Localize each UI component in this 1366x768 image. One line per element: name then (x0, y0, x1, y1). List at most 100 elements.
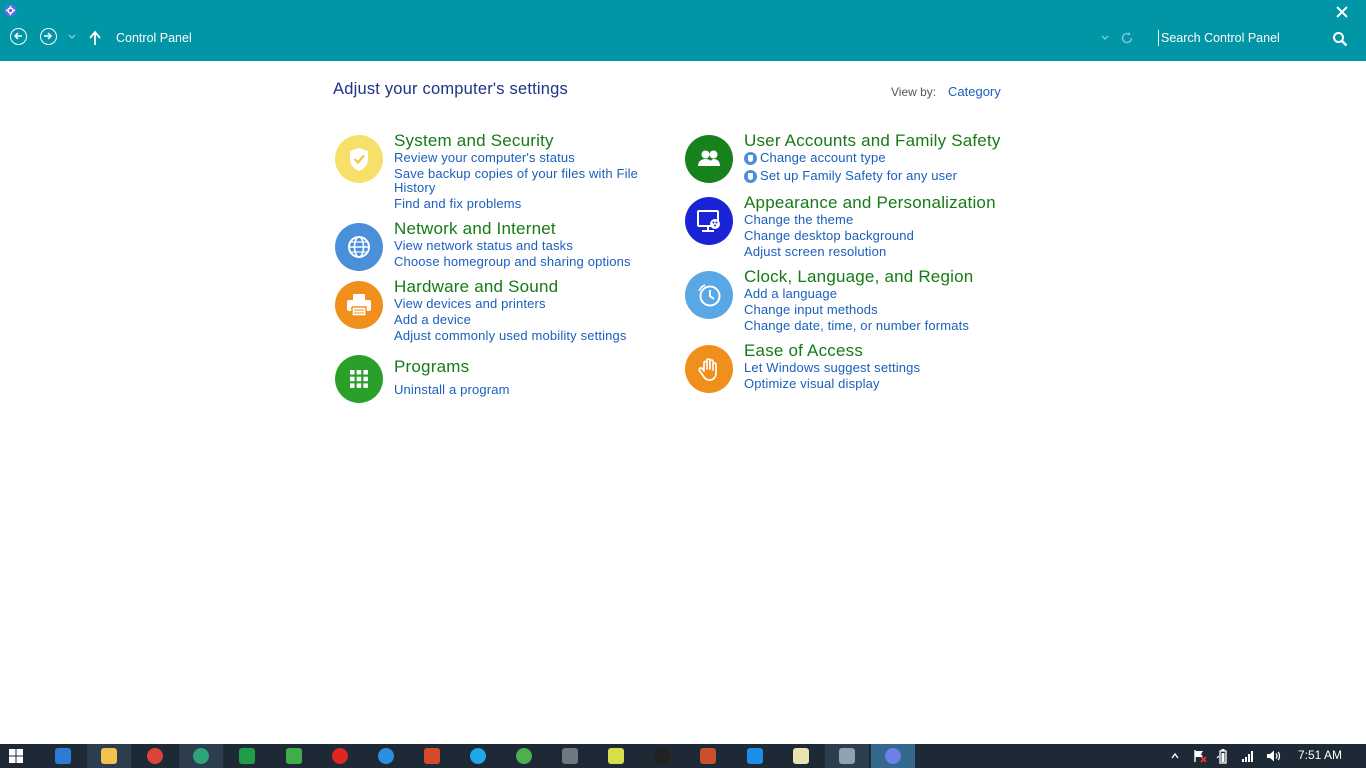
taskbar-app-button[interactable] (87, 744, 131, 768)
category-title-hardware-sound[interactable]: Hardware and Sound (394, 277, 558, 297)
notepad-icon (793, 748, 809, 764)
network-signal-icon[interactable] (1240, 749, 1256, 763)
clock-icon[interactable] (685, 271, 733, 319)
taskbar-clock[interactable]: 7:51 AM (1298, 748, 1342, 762)
windows-start-icon[interactable] (8, 748, 24, 764)
category-title-ease-of-access[interactable]: Ease of Access (744, 341, 863, 361)
category-title-user-accounts[interactable]: User Accounts and Family Safety (744, 131, 1001, 151)
forward-arrow-icon (44, 32, 53, 40)
app-icon-colorful (286, 748, 302, 764)
media-player-icon (747, 748, 763, 764)
file-explorer-icon (101, 748, 117, 764)
back-button[interactable] (10, 28, 27, 45)
opera-icon (332, 748, 348, 764)
close-button[interactable] (1330, 2, 1354, 22)
globe-icon[interactable] (335, 223, 383, 271)
refresh-icon[interactable] (1120, 31, 1134, 45)
breadcrumb[interactable]: Control Panel (116, 31, 192, 45)
category-title-programs[interactable]: Programs (394, 357, 469, 377)
link-review-status[interactable]: Review your computer's status (394, 151, 575, 165)
link-family-safety[interactable]: Set up Family Safety for any user (760, 169, 957, 183)
page-title: Adjust your computer's settings (333, 80, 568, 98)
taskbar-app-button[interactable] (133, 744, 177, 768)
app-icon-tiles (700, 748, 716, 764)
link-homegroup-sharing[interactable]: Choose homegroup and sharing options (394, 255, 631, 269)
search-icon[interactable] (1332, 31, 1348, 47)
taskbar-app-button[interactable] (272, 744, 316, 768)
excel-icon (239, 748, 255, 764)
taskbar-app-button[interactable] (640, 744, 684, 768)
recent-locations-chevron-icon[interactable] (66, 32, 78, 42)
monitor-palette-icon[interactable] (685, 197, 733, 245)
link-date-time-formats[interactable]: Change date, time, or number formats (744, 319, 969, 333)
view-by-label: View by: (891, 85, 937, 99)
category-title-system-security[interactable]: System and Security (394, 131, 554, 151)
control-panel-app-icon (4, 4, 17, 17)
up-arrow-icon[interactable] (88, 30, 102, 46)
taskbar: 7:51 AM (0, 744, 1366, 768)
taskbar-app-button[interactable] (179, 744, 223, 768)
taskbar-app-button[interactable] (548, 744, 592, 768)
search-placeholder: Search Control Panel (1161, 31, 1280, 45)
link-uninstall-program[interactable]: Uninstall a program (394, 383, 510, 397)
link-network-status[interactable]: View network status and tasks (394, 239, 573, 253)
category-title-clock-language[interactable]: Clock, Language, and Region (744, 267, 973, 287)
taskbar-app-button[interactable] (318, 744, 362, 768)
link-windows-suggest-settings[interactable]: Let Windows suggest settings (744, 361, 920, 375)
link-screen-resolution[interactable]: Adjust screen resolution (744, 245, 886, 259)
view-by-dropdown[interactable]: Category (948, 84, 1001, 99)
link-mobility-settings[interactable]: Adjust commonly used mobility settings (394, 329, 627, 343)
powerpoint-icon (424, 748, 440, 764)
taskbar-app-button[interactable] (502, 744, 546, 768)
taskbar-app-button[interactable] (364, 744, 408, 768)
category-title-network-internet[interactable]: Network and Internet (394, 219, 556, 239)
taskbar-app-button[interactable] (41, 744, 85, 768)
download-manager-icon (378, 748, 394, 764)
battery-icon[interactable] (1216, 748, 1230, 764)
title-bar: Control Panel Search Control Panel (0, 0, 1366, 61)
taskbar-app-button[interactable] (456, 744, 500, 768)
forward-button[interactable] (40, 28, 57, 45)
category-title-appearance[interactable]: Appearance and Personalization (744, 193, 996, 213)
link-devices-printers[interactable]: View devices and printers (394, 297, 546, 311)
link-save-backup[interactable]: Save backup copies of your files with Fi… (394, 167, 638, 181)
action-center-flag-icon[interactable] (1192, 749, 1208, 763)
link-add-device[interactable]: Add a device (394, 313, 471, 327)
taskbar-app-button[interactable] (779, 744, 823, 768)
link-find-fix-problems[interactable]: Find and fix problems (394, 197, 521, 211)
link-input-methods[interactable]: Change input methods (744, 303, 878, 317)
uac-shield-icon (744, 152, 757, 165)
program-grid-icon[interactable] (335, 355, 383, 403)
hand-icon[interactable] (685, 345, 733, 393)
paint-icon (839, 748, 855, 764)
taskbar-app-button[interactable] (410, 744, 454, 768)
taskbar-app-button[interactable] (825, 744, 869, 768)
link-add-language[interactable]: Add a language (744, 287, 837, 301)
taskbar-app-button[interactable] (733, 744, 777, 768)
link-save-backup-continued[interactable]: History (394, 181, 436, 195)
taskbar-app-button[interactable] (871, 744, 915, 768)
app-icon-multicolor (516, 748, 532, 764)
chrome-icon (147, 748, 163, 764)
volume-icon[interactable] (1265, 749, 1281, 763)
taskbar-app-button[interactable] (225, 744, 269, 768)
link-change-account-type[interactable]: Change account type (760, 151, 886, 165)
show-hidden-icons-chevron-icon[interactable] (1170, 750, 1180, 762)
shield-check-icon[interactable] (335, 135, 383, 183)
command-prompt-icon (654, 748, 670, 764)
link-change-theme[interactable]: Change the theme (744, 213, 853, 227)
printer-icon[interactable] (335, 281, 383, 329)
link-desktop-background[interactable]: Change desktop background (744, 229, 914, 243)
internet-explorer-icon (55, 748, 71, 764)
search-input[interactable]: Search Control Panel (1157, 28, 1357, 50)
taskbar-app-button[interactable] (686, 744, 730, 768)
uac-shield-icon (744, 170, 757, 183)
address-dropdown-chevron-icon[interactable] (1099, 33, 1111, 43)
users-icon[interactable] (685, 135, 733, 183)
gamepad-icon (562, 748, 578, 764)
taskbar-app-button[interactable] (594, 744, 638, 768)
back-arrow-icon (13, 32, 22, 40)
text-caret (1158, 30, 1159, 46)
link-optimize-visual-display[interactable]: Optimize visual display (744, 377, 880, 391)
control-panel-icon (885, 748, 901, 764)
